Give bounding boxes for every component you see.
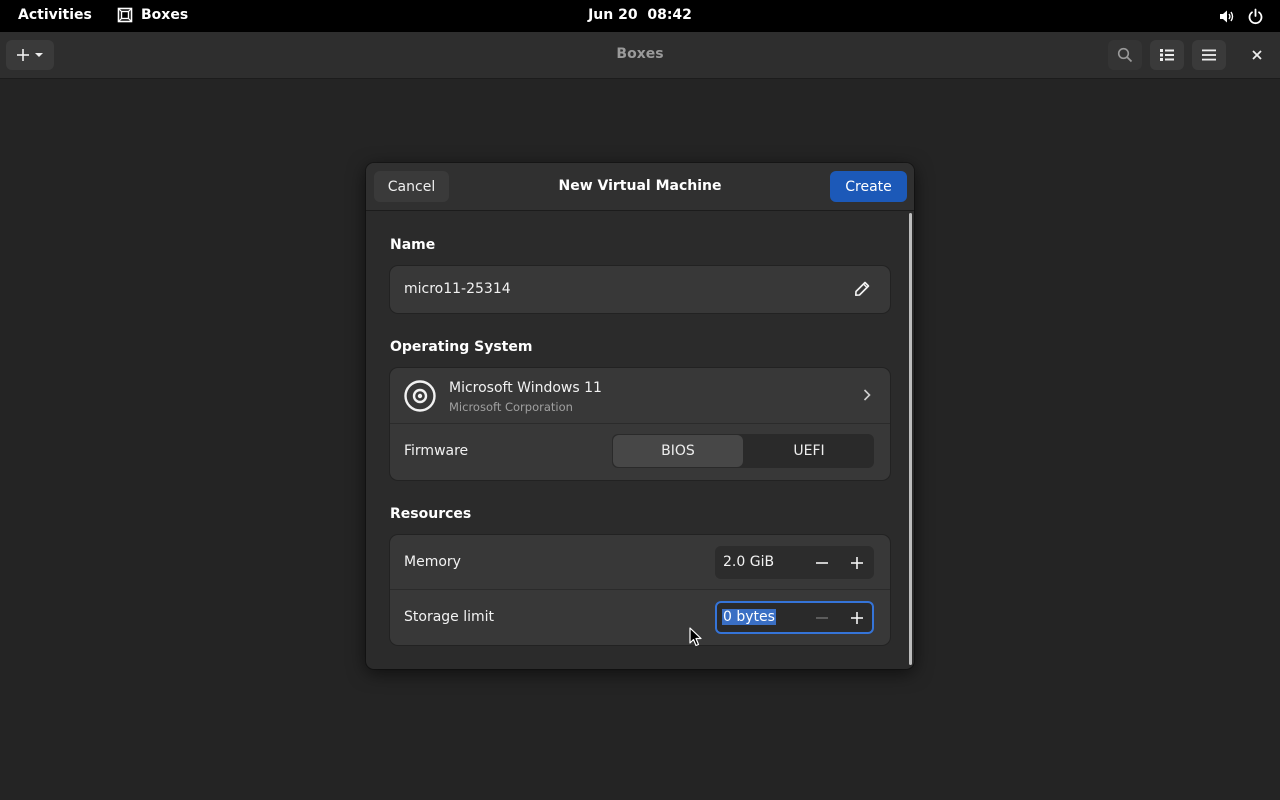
storage-decrease-button[interactable]	[813, 609, 831, 627]
close-icon	[1252, 50, 1262, 60]
dialog-title: New Virtual Machine	[558, 178, 722, 194]
system-status-area[interactable]	[1218, 8, 1264, 25]
memory-increase-button[interactable]	[848, 554, 866, 572]
top-bar: Activities Boxes Jun 20 08:42	[0, 0, 1280, 32]
app-menu[interactable]: Boxes	[117, 7, 188, 23]
memory-row: Memory 2.0 GiB	[390, 535, 890, 590]
plus-icon	[851, 557, 863, 569]
memory-label: Memory	[404, 554, 461, 570]
cancel-button[interactable]: Cancel	[374, 171, 449, 202]
name-section-label: Name	[390, 237, 436, 253]
new-vm-dialog: Cancel New Virtual Machine Create Name m…	[366, 163, 914, 669]
plus-icon	[851, 612, 863, 624]
os-disc-icon	[404, 380, 436, 412]
app-name: Boxes	[141, 7, 189, 23]
os-selector-row[interactable]: Microsoft Windows 11 Microsoft Corporati…	[390, 368, 890, 424]
firmware-label: Firmware	[404, 443, 469, 459]
clock[interactable]: Jun 20 08:42	[588, 7, 692, 23]
plus-icon	[17, 49, 29, 61]
search-button[interactable]	[1108, 40, 1142, 70]
main-menu-button[interactable]	[1192, 40, 1226, 70]
chevron-down-icon	[35, 53, 43, 57]
volume-icon	[1220, 10, 1234, 23]
memory-decrease-button[interactable]	[813, 554, 831, 572]
storage-spinbutton[interactable]: 0 bytes	[715, 601, 874, 634]
create-button[interactable]: Create	[830, 171, 907, 202]
hamburger-menu-icon	[1202, 49, 1216, 61]
memory-value[interactable]: 2.0 GiB	[723, 554, 774, 570]
os-name: Microsoft Windows 11	[449, 380, 602, 396]
close-window-button[interactable]	[1240, 40, 1274, 70]
chevron-right-icon	[863, 389, 871, 401]
dialog-header: Cancel New Virtual Machine Create	[366, 163, 914, 211]
storage-row: Storage limit 0 bytes	[390, 590, 890, 645]
firmware-uefi-option[interactable]: UEFI	[744, 434, 874, 468]
storage-value[interactable]: 0 bytes	[722, 609, 776, 625]
firmware-bios-option[interactable]: BIOS	[613, 435, 743, 467]
resources-section-label: Resources	[390, 506, 472, 522]
os-card: Microsoft Windows 11 Microsoft Corporati…	[390, 368, 890, 480]
boxes-app-icon	[117, 7, 133, 23]
os-vendor: Microsoft Corporation	[449, 400, 573, 414]
name-value: micro11-25314	[404, 281, 511, 297]
os-section-label: Operating System	[390, 339, 533, 355]
storage-label: Storage limit	[404, 609, 495, 625]
new-box-button[interactable]	[6, 40, 54, 70]
power-icon	[1248, 8, 1263, 24]
name-row[interactable]: micro11-25314	[390, 266, 890, 313]
resources-card: Memory 2.0 GiB Storage limit 0 bytes	[390, 535, 890, 645]
search-icon	[1117, 47, 1133, 63]
window-title: Boxes	[616, 46, 664, 62]
header-bar: Boxes	[0, 32, 1280, 79]
list-view-icon	[1160, 49, 1174, 61]
firmware-toggle: BIOS UEFI	[612, 434, 874, 468]
activities-button[interactable]: Activities	[18, 7, 92, 23]
dialog-scrollbar[interactable]	[909, 213, 912, 665]
storage-increase-button[interactable]	[848, 609, 866, 627]
pencil-icon[interactable]	[854, 281, 870, 297]
minus-icon	[816, 617, 828, 619]
memory-spinbutton[interactable]: 2.0 GiB	[715, 546, 874, 579]
mouse-cursor-icon	[689, 627, 702, 647]
minus-icon	[816, 562, 828, 564]
list-view-button[interactable]	[1150, 40, 1184, 70]
